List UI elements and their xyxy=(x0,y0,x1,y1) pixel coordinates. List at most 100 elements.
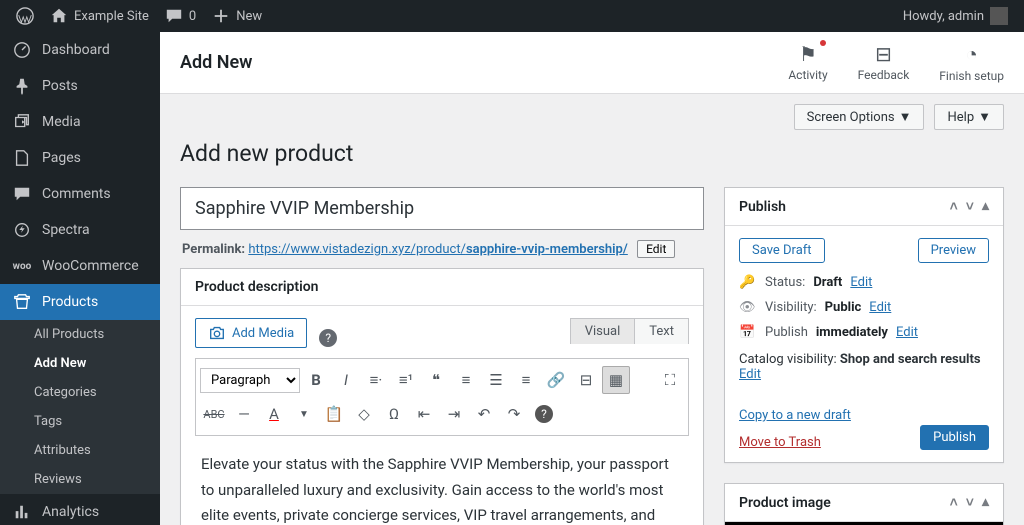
help-icon[interactable]: ? xyxy=(319,329,337,347)
align-center-button[interactable]: ☰ xyxy=(482,366,510,394)
new-link[interactable]: New xyxy=(204,0,270,32)
howdy-link[interactable]: Howdy, admin xyxy=(895,0,1016,32)
readmore-button[interactable]: ⊟ xyxy=(572,366,600,394)
finish-setup-button[interactable]: ◔Finish setup xyxy=(939,42,1004,83)
textcolor-button[interactable]: A xyxy=(260,400,288,428)
pages-icon xyxy=(12,148,32,168)
activity-label: Activity xyxy=(788,68,827,82)
flag-icon: ⚑ xyxy=(788,42,827,66)
submenu-reviews[interactable]: Reviews xyxy=(0,465,160,494)
special-char-button[interactable]: Ω xyxy=(380,400,408,428)
textcolor-dropdown[interactable]: ▼ xyxy=(290,400,318,428)
screen-options-button[interactable]: Screen Options ▼ xyxy=(794,104,925,130)
sidebar-item-posts[interactable]: Posts xyxy=(0,68,160,104)
indent-button[interactable]: ⇥ xyxy=(440,400,468,428)
format-select[interactable]: Paragraph xyxy=(200,368,300,393)
status-value: Draft xyxy=(813,275,842,290)
sidebar-item-analytics[interactable]: Analytics xyxy=(0,494,160,525)
copy-draft-link[interactable]: Copy to a new draft xyxy=(739,408,851,423)
visibility-label: Visibility: xyxy=(765,300,817,315)
submenu-attributes[interactable]: Attributes xyxy=(0,436,160,465)
sidebar-item-dashboard[interactable]: Dashboard xyxy=(0,32,160,68)
move-down-icon[interactable]: ˅ xyxy=(966,198,974,215)
permalink-base: https://www.vistadezign.xyz/product/ xyxy=(248,242,466,257)
comments-icon xyxy=(12,184,32,204)
submenu-all-products[interactable]: All Products xyxy=(0,320,160,349)
toggle-panel-icon[interactable]: ▴ xyxy=(982,198,989,215)
toggle-toolbar-button[interactable]: ▦ xyxy=(602,366,630,394)
sidebar-item-comments[interactable]: Comments xyxy=(0,176,160,212)
hr-button[interactable]: — xyxy=(230,400,258,428)
permalink-link[interactable]: https://www.vistadezign.xyz/product/sapp… xyxy=(248,242,628,257)
sidebar-item-products[interactable]: Products xyxy=(0,284,160,320)
sidebar-label: Dashboard xyxy=(42,42,110,58)
sidebar-label: Media xyxy=(42,114,81,130)
text-tab[interactable]: Text xyxy=(634,319,688,344)
publish-time-value: immediately xyxy=(816,325,888,340)
link-button[interactable]: 🔗 xyxy=(542,366,570,394)
description-box-header: Product description xyxy=(181,269,703,306)
edit-catalog-link[interactable]: Edit xyxy=(739,367,761,382)
bullet-list-button[interactable]: ≡· xyxy=(362,366,390,394)
move-to-trash-link[interactable]: Move to Trash xyxy=(739,435,851,450)
avatar xyxy=(990,7,1008,25)
sidebar-item-pages[interactable]: Pages xyxy=(0,140,160,176)
strikethrough-button[interactable]: ABC xyxy=(200,400,228,428)
sidebar-item-media[interactable]: Media xyxy=(0,104,160,140)
paste-text-button[interactable]: 📋 xyxy=(320,400,348,428)
sidebar-label: WooCommerce xyxy=(42,258,139,274)
preview-button[interactable]: Preview xyxy=(918,238,989,263)
undo-button[interactable]: ↶ xyxy=(470,400,498,428)
edit-status-link[interactable]: Edit xyxy=(850,275,872,290)
page-title: Add new product xyxy=(160,130,1024,187)
site-name: Example Site xyxy=(74,9,149,24)
howdy-text: Howdy, admin xyxy=(903,9,984,24)
visual-tab[interactable]: Visual xyxy=(571,319,635,344)
product-title-input[interactable] xyxy=(180,187,704,230)
edit-publish-link[interactable]: Edit xyxy=(896,325,918,340)
submenu-categories[interactable]: Categories xyxy=(0,378,160,407)
outdent-button[interactable]: ⇤ xyxy=(410,400,438,428)
wp-logo[interactable] xyxy=(8,0,42,32)
permalink-edit-button[interactable]: Edit xyxy=(637,240,675,258)
publish-button[interactable]: Publish xyxy=(920,425,989,450)
sidebar-item-spectra[interactable]: Spectra xyxy=(0,212,160,248)
woo-icon: woo xyxy=(12,256,32,276)
move-up-icon[interactable]: ˄ xyxy=(950,494,958,511)
site-link[interactable]: Example Site xyxy=(42,0,157,32)
align-right-button[interactable]: ≡ xyxy=(512,366,540,394)
toggle-panel-icon[interactable]: ▴ xyxy=(982,494,989,511)
sidebar-item-woocommerce[interactable]: woo WooCommerce xyxy=(0,248,160,284)
italic-button[interactable]: I xyxy=(332,366,360,394)
comments-link[interactable]: 0 xyxy=(157,0,204,32)
edit-visibility-link[interactable]: Edit xyxy=(869,300,891,315)
status-label: Status: xyxy=(765,275,805,290)
clear-format-button[interactable]: ◇ xyxy=(350,400,378,428)
bold-button[interactable]: B xyxy=(302,366,330,394)
help-button[interactable]: Help ▼ xyxy=(934,104,1004,130)
align-left-button[interactable]: ≡ xyxy=(452,366,480,394)
redo-button[interactable]: ↷ xyxy=(500,400,528,428)
eye-icon: 👁 xyxy=(739,300,757,315)
plus-icon xyxy=(212,7,230,25)
move-up-icon[interactable]: ˄ xyxy=(950,198,958,215)
media-icon xyxy=(12,112,32,132)
activity-button[interactable]: ⚑ Activity xyxy=(788,42,827,83)
numbered-list-button[interactable]: ≡¹ xyxy=(392,366,420,394)
feedback-button[interactable]: ⊟Feedback xyxy=(858,42,910,83)
new-label: New xyxy=(236,9,262,24)
fullscreen-button[interactable]: ⛶ xyxy=(656,366,684,394)
comments-count: 0 xyxy=(189,9,196,24)
home-icon xyxy=(50,7,68,25)
keyboard-help-button[interactable]: ? xyxy=(530,400,558,428)
editor-content[interactable]: Elevate your status with the Sapphire VV… xyxy=(181,436,703,525)
add-media-button[interactable]: Add Media xyxy=(195,318,307,348)
feedback-icon: ⊟ xyxy=(858,42,910,66)
analytics-icon xyxy=(12,502,32,522)
save-draft-button[interactable]: Save Draft xyxy=(739,238,825,263)
submenu-add-new[interactable]: Add New xyxy=(0,349,160,378)
quote-button[interactable]: ❝ xyxy=(422,366,450,394)
move-down-icon[interactable]: ˅ xyxy=(966,494,974,511)
submenu-tags[interactable]: Tags xyxy=(0,407,160,436)
catalog-label: Catalog visibility: xyxy=(739,352,837,367)
